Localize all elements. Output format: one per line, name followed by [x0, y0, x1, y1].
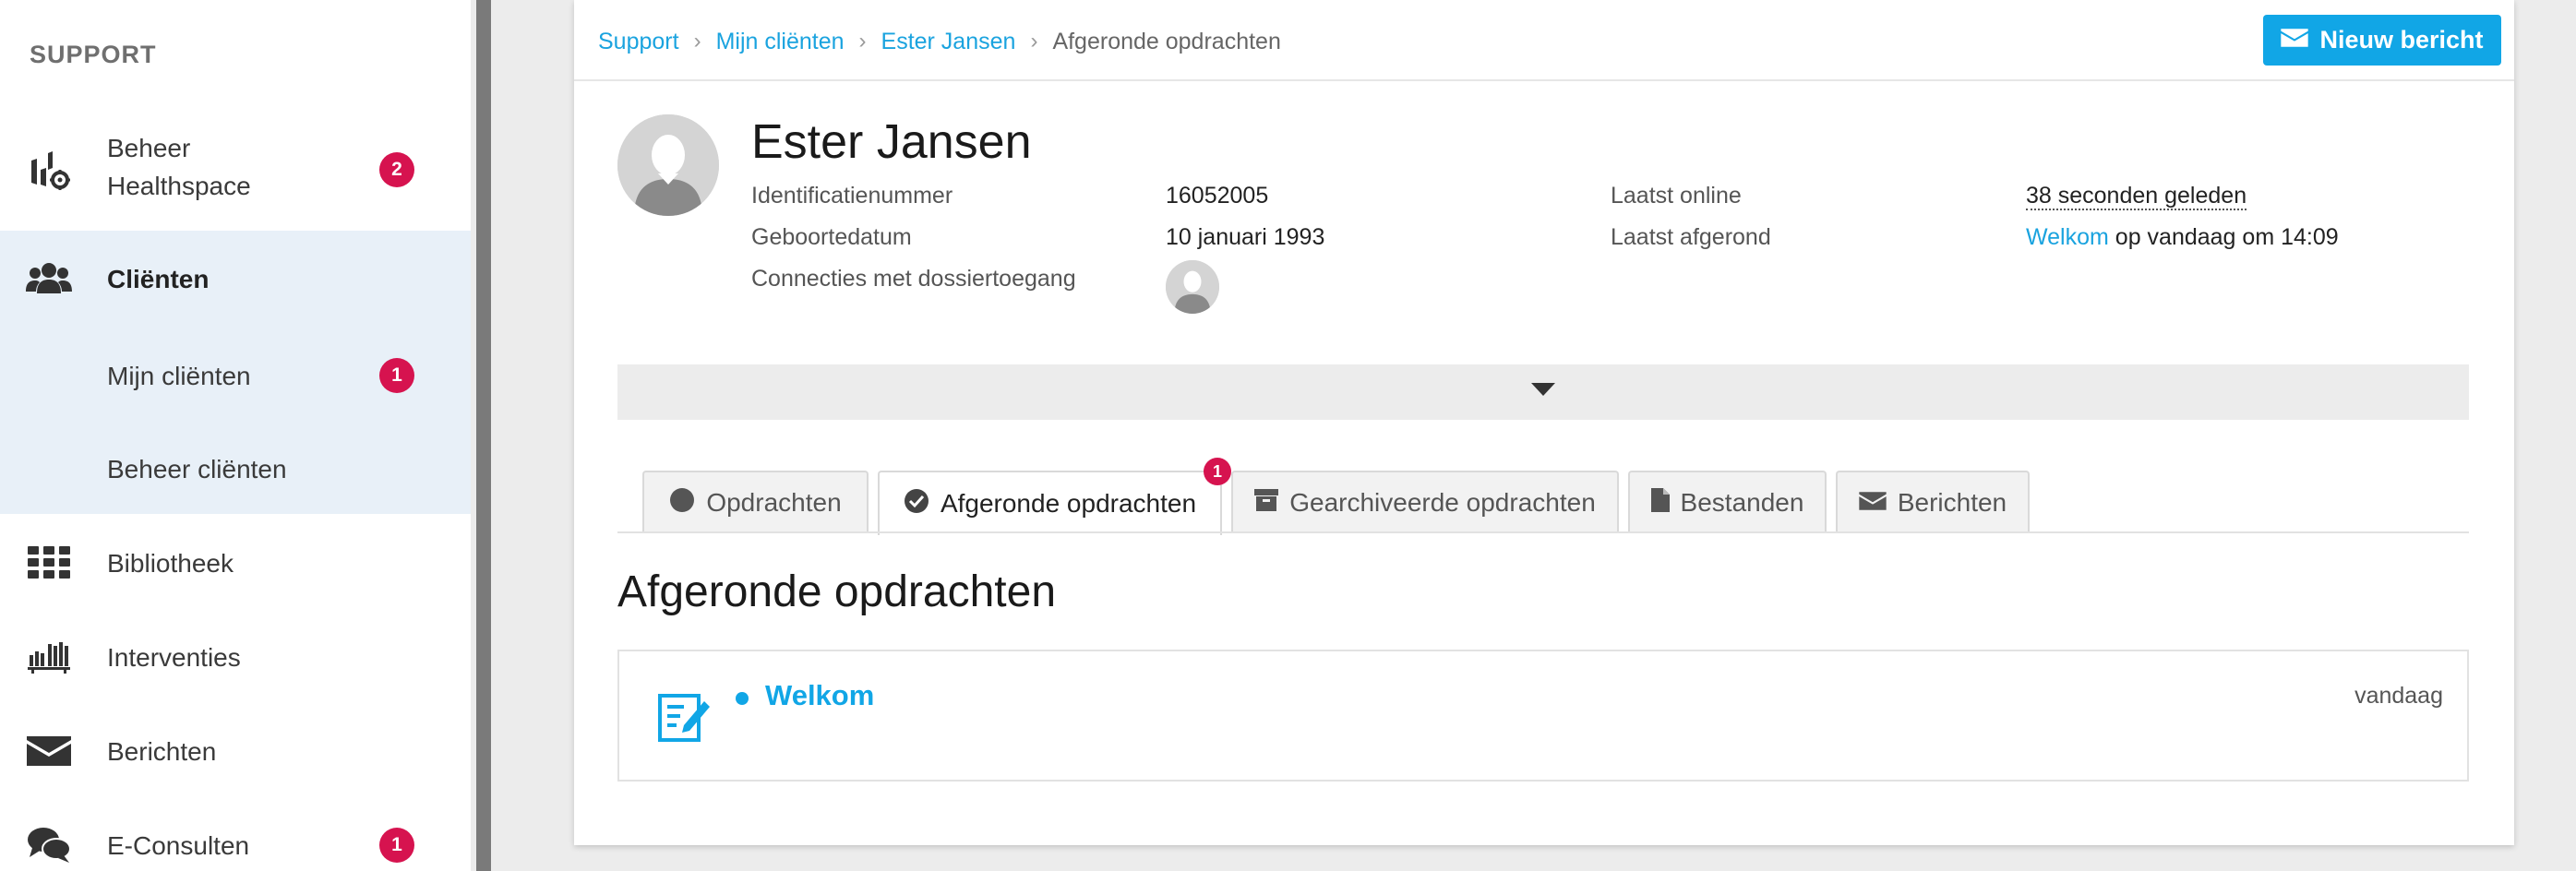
last-completed-suffix: op vandaag om 14:09 — [2108, 224, 2339, 250]
sidebar-scrollbar[interactable] — [476, 0, 491, 871]
id-label: Identificatienummer — [751, 183, 953, 209]
tab-opdrachten[interactable]: Opdrachten — [642, 471, 869, 533]
last-completed-label: Laatst afgerond — [1611, 224, 1771, 250]
chevron-right-icon: › — [858, 29, 867, 54]
last-completed-value: Welkom op vandaag om 14:09 — [2026, 224, 2339, 251]
dob-label: Geboortedatum — [751, 224, 912, 250]
sidebar-item-label: Beheer Healthspace — [107, 129, 251, 205]
notification-badge: 1 — [1204, 458, 1231, 485]
tab-afgeronde-opdrachten[interactable]: Afgeronde opdrachten 1 — [878, 458, 1231, 535]
assignment-date: vandaag — [2354, 683, 2443, 709]
new-message-label: Nieuw bericht — [2319, 26, 2484, 54]
check-circle-icon — [904, 488, 929, 520]
sidebar: SUPPORT Beheer Healthspace 2 Cliënten Mi… — [0, 0, 471, 871]
circle-icon — [669, 487, 695, 519]
notification-badge: 1 — [379, 358, 414, 393]
section-title: Afgeronde opdrachten — [617, 567, 1057, 616]
sidebar-item-label-line1: Beheer — [107, 134, 191, 162]
notification-badge: 2 — [379, 152, 414, 187]
gutter — [491, 0, 500, 871]
envelope-icon — [26, 728, 72, 774]
assignment-item[interactable]: Welkom vandaag — [617, 650, 2469, 782]
tab-label: Afgeronde opdrachten — [940, 489, 1197, 518]
sidebar-item-label: Berichten — [107, 737, 217, 766]
assignment-title[interactable]: Welkom — [765, 679, 874, 712]
sidebar-item-beheer-healthspace[interactable]: Beheer Healthspace 2 — [0, 129, 471, 212]
tab-label: Bestanden — [1680, 488, 1804, 517]
users-icon — [26, 256, 72, 302]
sidebar-item-label: Cliënten — [107, 265, 210, 293]
sidebar-item-mijn-clienten[interactable]: Mijn cliënten 1 — [0, 348, 471, 403]
tabs-divider — [617, 531, 2469, 533]
archive-icon — [1254, 488, 1279, 518]
notification-badge: 1 — [379, 828, 414, 863]
sidebar-item-berichten[interactable]: Berichten — [0, 723, 471, 779]
chat-icon — [26, 822, 72, 868]
sidebar-item-label-line2: Healthspace — [107, 172, 251, 200]
envelope-icon — [1859, 488, 1887, 518]
healthspace-settings-icon — [26, 148, 72, 194]
breadcrumb-link-client[interactable]: Ester Jansen — [881, 29, 1016, 55]
envelope-icon — [2281, 26, 2309, 54]
tab-gearchiveerde-opdrachten[interactable]: Gearchiveerde opdrachten — [1231, 471, 1619, 533]
sidebar-item-beheer-clienten[interactable]: Beheer cliënten — [0, 441, 471, 496]
last-online-time: 38 seconden geleden — [2026, 183, 2247, 210]
sidebar-item-label: Mijn cliënten — [107, 362, 251, 390]
breadcrumb: Support › Mijn cliënten › Ester Jansen ›… — [598, 28, 1281, 55]
unread-indicator — [736, 692, 749, 705]
dob-value: 10 januari 1993 — [1166, 224, 1325, 250]
sidebar-item-interventies[interactable]: Interventies — [0, 629, 471, 685]
chevron-right-icon: › — [1030, 29, 1038, 54]
sidebar-item-label: E-Consulten — [107, 831, 250, 860]
breadcrumb-link-mijn-clienten[interactable]: Mijn cliënten — [716, 29, 845, 55]
tab-label: Berichten — [1897, 488, 2007, 517]
new-message-button[interactable]: Nieuw bericht — [2263, 15, 2501, 66]
sidebar-item-e-consulten[interactable]: E-Consulten 1 — [0, 817, 471, 871]
connections-label: Connecties met dossiertoegang — [751, 266, 1076, 292]
client-avatar — [617, 114, 719, 216]
connection-avatar[interactable] — [1166, 260, 1219, 314]
client-detail-card: Support › Mijn cliënten › Ester Jansen ›… — [574, 0, 2514, 845]
tab-label: Opdrachten — [706, 488, 842, 517]
tab-berichten[interactable]: Berichten — [1836, 471, 2030, 533]
last-online-value: 38 seconden geleden — [2026, 183, 2247, 210]
sidebar-heading: SUPPORT — [30, 41, 157, 68]
sidebar-item-bibliotheek[interactable]: Bibliotheek — [0, 535, 471, 591]
sidebar-item-label: Interventies — [107, 643, 241, 672]
last-online-label: Laatst online — [1611, 183, 1742, 209]
header-divider — [574, 79, 2514, 81]
file-icon — [1650, 487, 1670, 519]
breadcrumb-current: Afgeronde opdrachten — [1052, 28, 1281, 54]
breadcrumb-link-support[interactable]: Support — [598, 29, 679, 55]
sidebar-item-clienten[interactable]: Cliënten — [0, 251, 471, 306]
tab-bestanden[interactable]: Bestanden — [1628, 471, 1827, 533]
client-name: Ester Jansen — [751, 115, 1032, 169]
bookshelf-icon — [26, 634, 72, 680]
chevron-right-icon: › — [693, 29, 701, 54]
grid-icon — [26, 540, 72, 586]
expand-details-bar[interactable] — [617, 364, 2469, 420]
id-value: 16052005 — [1166, 183, 1269, 209]
tab-label: Gearchiveerde opdrachten — [1289, 488, 1596, 517]
caret-down-icon — [1531, 382, 1555, 402]
sidebar-item-label: Bibliotheek — [107, 549, 234, 578]
sidebar-item-label: Beheer cliënten — [107, 455, 287, 483]
last-completed-link[interactable]: Welkom — [2026, 224, 2109, 250]
edit-document-icon — [656, 688, 712, 744]
